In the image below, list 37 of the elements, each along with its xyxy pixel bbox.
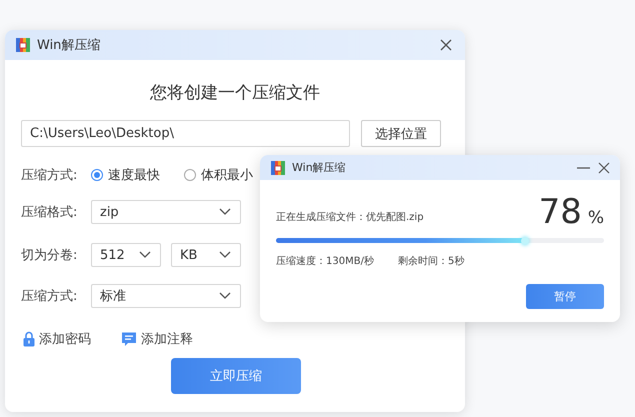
- caret-icon: [218, 291, 232, 301]
- app-logo-icon: [270, 160, 286, 176]
- close-icon: [598, 162, 610, 174]
- window-title: Win解压缩: [37, 37, 102, 54]
- radio-label[interactable]: 速度最快: [108, 166, 160, 184]
- choose-location-button[interactable]: 选择位置: [361, 120, 441, 147]
- dropdown[interactable]: 512: [91, 243, 161, 267]
- add-link[interactable]: 添加密码: [23, 330, 91, 348]
- dialog-heading: 您将创建一个压缩文件: [149, 82, 321, 104]
- add-link[interactable]: 添加注释: [121, 330, 193, 348]
- remaining-time-text: 剩余时间：5秒: [398, 254, 464, 268]
- radio-button[interactable]: [91, 169, 103, 181]
- field-label: 切为分卷:: [21, 247, 78, 264]
- minimize-button[interactable]: [577, 166, 590, 168]
- percent-value: 78: [538, 192, 582, 232]
- dropdown[interactable]: 标准: [91, 284, 241, 308]
- status-text: 正在生成压缩文件：优先配图.zip: [276, 210, 424, 224]
- radio-label[interactable]: 体积最小: [201, 166, 253, 184]
- caret-icon: [218, 250, 232, 260]
- window-title: Win解压缩: [292, 160, 347, 175]
- dropdown[interactable]: zip: [91, 200, 241, 224]
- path-field[interactable]: C:\Users\Leo\Desktop\: [21, 120, 350, 147]
- radio-button[interactable]: [184, 169, 196, 181]
- comment-icon: [121, 331, 137, 347]
- caret-icon: [218, 207, 232, 217]
- dropdown[interactable]: KB: [171, 243, 241, 267]
- field-label: 压缩方式:: [21, 167, 78, 184]
- field-label: 压缩格式:: [21, 204, 78, 221]
- close-icon: [439, 38, 453, 52]
- lock-icon: [23, 331, 35, 347]
- caret-icon: [138, 250, 152, 260]
- speed-text: 压缩速度：130MB/秒: [276, 254, 374, 268]
- close-button[interactable]: [598, 162, 610, 174]
- minimize-icon: [577, 166, 590, 168]
- percent-sign: %: [588, 208, 604, 228]
- app-logo-icon: [15, 37, 31, 53]
- field-label: 压缩方式:: [21, 288, 78, 305]
